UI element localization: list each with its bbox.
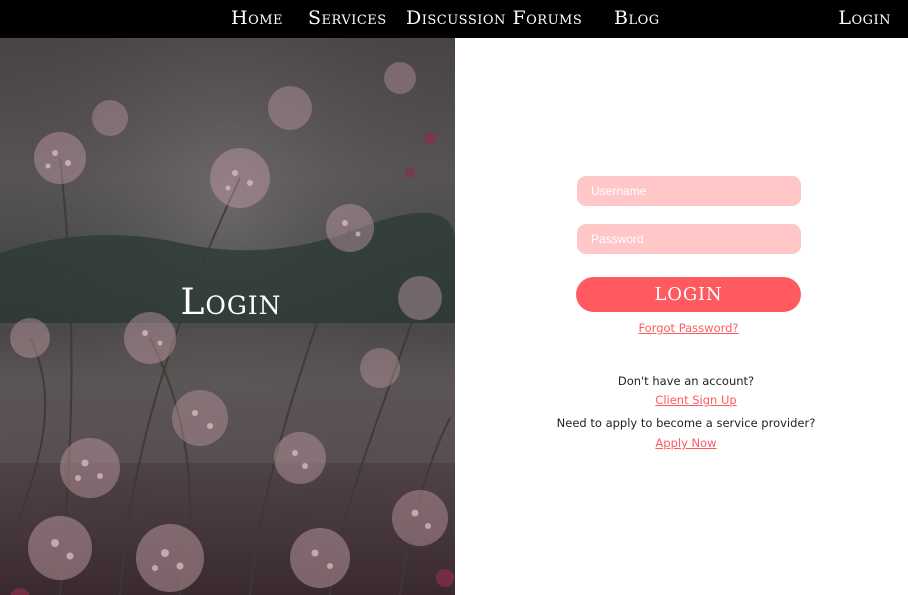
login-form-panel: LOGIN Forgot Password? Don't have an acc… — [455, 38, 908, 595]
no-account-text: Don't have an account? — [617, 374, 755, 388]
top-nav-bar: Home Services Discussion Forums Blog Log… — [0, 0, 908, 38]
nav-link-services[interactable]: Services — [308, 7, 387, 29]
client-signup-link[interactable]: Client Sign Up — [455, 393, 908, 407]
nav-link-discussion-forums[interactable]: Discussion Forums — [406, 7, 582, 29]
apply-now-link[interactable]: Apply Now — [455, 436, 908, 450]
service-provider-text: Need to apply to become a service provid… — [556, 416, 816, 430]
hero-image-panel: Login — [0, 38, 455, 595]
nav-link-login[interactable]: Login — [838, 7, 891, 29]
forgot-password-link[interactable]: Forgot Password? — [455, 321, 908, 335]
nav-link-blog[interactable]: Blog — [614, 7, 660, 29]
nav-link-home[interactable]: Home — [231, 7, 283, 29]
username-input[interactable] — [577, 176, 801, 206]
password-input[interactable] — [577, 224, 801, 254]
login-button[interactable]: LOGIN — [576, 277, 801, 312]
hero-title: Login — [180, 282, 282, 323]
